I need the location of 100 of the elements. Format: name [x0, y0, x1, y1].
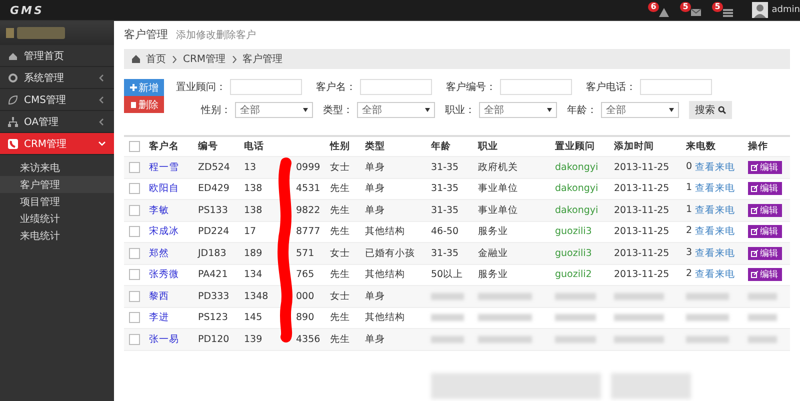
checkbox[interactable] [129, 183, 140, 194]
customer-link[interactable]: 欧阳自 [149, 182, 198, 196]
logo-drawing [6, 26, 66, 40]
edit-button[interactable]: 编辑 [748, 268, 782, 282]
customer-link[interactable]: 郑然 [149, 246, 198, 260]
table-cell-text: 单身 [365, 290, 386, 303]
sidebar-item-label: OA管理 [24, 116, 59, 128]
customer-link[interactable]: 黎西 [149, 290, 198, 303]
checkbox[interactable] [129, 290, 140, 302]
table-cell-text: 31-35 [431, 248, 460, 259]
customer-link[interactable]: 宋成冰 [149, 225, 198, 238]
input-field[interactable] [360, 79, 432, 95]
plus-icon [130, 84, 136, 91]
submenu-item[interactable]: 来访来电 [0, 159, 114, 176]
breadcrumb-link[interactable]: 首页 [146, 52, 166, 66]
sitemap-icon [8, 116, 18, 126]
chevron-right-icon [172, 56, 177, 62]
table-cell-text: 2013-11-25 [614, 269, 670, 280]
table-cell-text: ED429 [198, 183, 230, 194]
list-icon[interactable] [722, 7, 734, 18]
input-field[interactable] [500, 79, 572, 95]
table-cell-text: 139 [244, 334, 264, 345]
edit-icon [751, 185, 758, 192]
edit-button[interactable]: 编辑 [748, 204, 782, 217]
warning-icon[interactable] [658, 7, 670, 18]
input-field[interactable] [640, 79, 712, 95]
edit-icon [751, 164, 758, 171]
user-name[interactable]: admin [772, 5, 800, 15]
customer-link[interactable]: 李敏 [149, 204, 198, 217]
sidebar-item-label: 管理首页 [24, 50, 64, 62]
sidebar-item-label: CRM管理 [24, 138, 67, 150]
table-cell-text: PD224 [198, 226, 230, 238]
edit-button[interactable]: 编辑 [748, 225, 782, 238]
notification-badge: 6 [648, 2, 660, 12]
table-cell-text: 2013-11-25 [614, 183, 670, 194]
submenu-item[interactable]: 客户管理 [0, 176, 114, 193]
customer-link[interactable]: 张秀微 [149, 268, 198, 282]
table-cell-text: 2013-11-25 [614, 226, 670, 238]
table-cell-text: 事业单位 [478, 182, 519, 196]
table-cell-text: 事业单位 [478, 204, 519, 217]
table-cell-text: 134 [244, 269, 264, 280]
submenu-item[interactable]: 来电统计 [0, 227, 114, 244]
delete-button[interactable]: 删除 [124, 96, 164, 113]
edit-button[interactable]: 编辑 [748, 182, 782, 196]
view-calls-link[interactable]: 查看来电 [695, 160, 736, 174]
edit-button[interactable]: 编辑 [748, 160, 782, 174]
edit-icon [751, 228, 758, 236]
checkbox[interactable] [129, 269, 140, 280]
table-cell-text: 2013-11-25 [614, 248, 670, 259]
customer-link[interactable]: 李进 [149, 311, 198, 324]
table-cell-text: 189 [244, 248, 264, 259]
filter-label: 类型： [323, 104, 353, 117]
dropdown[interactable]: 全部 [235, 102, 313, 118]
table-cell-text: PS133 [198, 204, 229, 216]
filter-label: 性别： [201, 104, 231, 117]
add-button[interactable]: 新增 [124, 79, 164, 96]
sidebar-item-label: CMS管理 [24, 94, 66, 106]
table-cell: 2 [686, 225, 692, 238]
dropdown[interactable]: 全部 [601, 102, 679, 118]
view-calls-link[interactable]: 查看来电 [695, 182, 736, 196]
submenu-item[interactable]: 业绩统计 [0, 210, 114, 227]
column-header: 客户名 [149, 140, 180, 153]
table-cell-text: 已婚有小孩 [365, 246, 416, 260]
dropdown[interactable]: 全部 [357, 102, 435, 118]
column-header: 职业 [478, 140, 499, 153]
mail-icon[interactable] [690, 7, 702, 18]
filter-label: 置业顾问： [176, 80, 226, 94]
breadcrumb-link[interactable]: CRM管理 [183, 52, 226, 66]
checkbox[interactable] [129, 204, 140, 216]
avatar-icon[interactable] [752, 2, 768, 18]
checkbox[interactable] [129, 162, 140, 173]
view-calls-link[interactable]: 查看来电 [695, 268, 736, 282]
input-field[interactable] [230, 79, 302, 95]
view-calls-link[interactable]: 查看来电 [695, 246, 736, 260]
filter-label: 年龄： [567, 104, 597, 117]
view-calls-link[interactable]: 查看来电 [695, 204, 736, 217]
table-cell-text: 女士 [330, 160, 351, 174]
customer-link[interactable]: 程一雪 [149, 160, 198, 174]
submenu-item[interactable]: 项目管理 [0, 193, 114, 210]
table-cell: 3 [686, 246, 692, 260]
column-header: 年龄 [431, 140, 452, 153]
table-cell-text: guozili3 [555, 248, 593, 259]
checkbox[interactable] [129, 226, 140, 238]
edit-button[interactable]: 编辑 [748, 246, 782, 260]
table-cell: 571 [296, 248, 314, 259]
table-cell-text: 1348 [244, 290, 270, 302]
checkbox[interactable] [129, 334, 140, 345]
checkbox[interactable] [129, 141, 140, 152]
caret-icon [425, 108, 430, 112]
column-header: 操作 [748, 140, 769, 153]
view-calls-link[interactable]: 查看来电 [695, 225, 736, 238]
checkbox[interactable] [129, 312, 140, 324]
customer-link[interactable]: 张一易 [149, 332, 198, 346]
checkbox[interactable] [129, 248, 140, 259]
dropdown[interactable]: 全部 [479, 102, 557, 118]
table-cell-text: 女士 [330, 246, 351, 260]
column-header: 电话 [244, 140, 265, 153]
search-button[interactable]: 搜索 [689, 101, 732, 119]
sidebar-item[interactable]: CRM管理 [0, 133, 114, 155]
table-cell-text: 31-35 [431, 204, 460, 216]
